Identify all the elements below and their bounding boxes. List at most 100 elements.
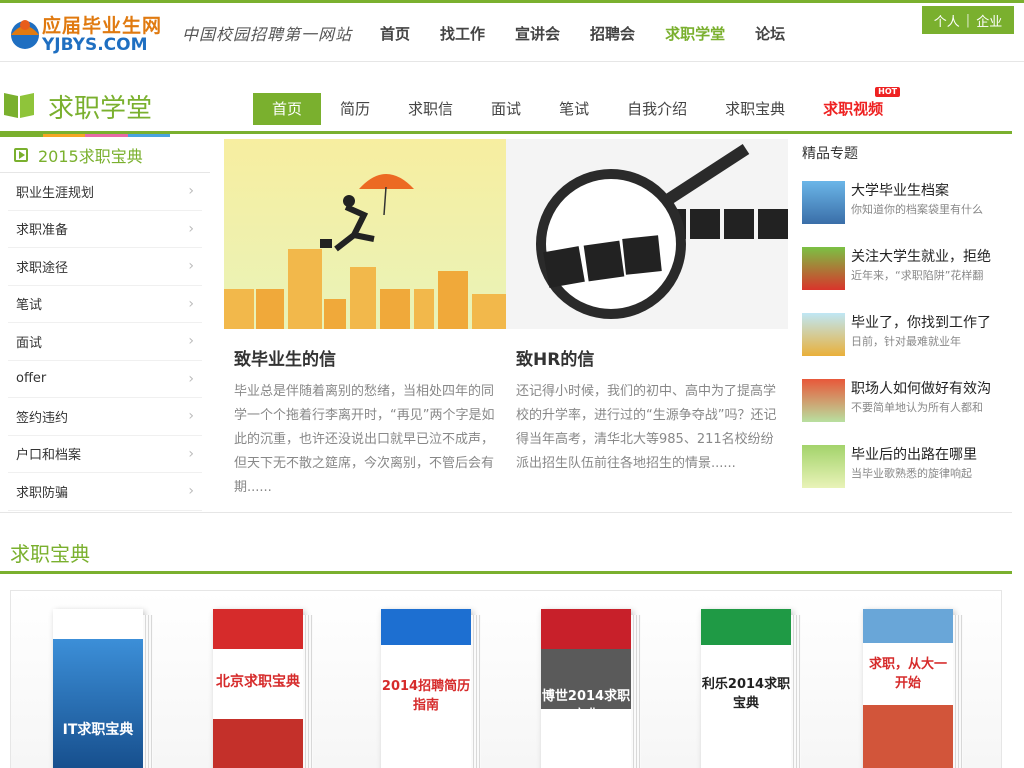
logo-text-cn: 应届毕业生网 bbox=[42, 15, 163, 37]
chevron-right-icon: › bbox=[188, 295, 194, 312]
nav-job-fair[interactable]: 招聘会 bbox=[590, 21, 635, 47]
topic-item[interactable]: 毕业后的出路在哪里 当毕业歌熟悉的旋律响起 bbox=[802, 435, 1012, 501]
book-title: 求职，从大一开始 bbox=[868, 657, 947, 691]
topic-title: 关注大学生就业，拒绝 bbox=[851, 249, 991, 265]
guides-section-header: 求职宝典 bbox=[0, 528, 1012, 574]
main-content: 2015求职宝典 职业生涯规划 › 求职准备 › 求职途径 › 笔试 › 面试 › off… bbox=[0, 137, 1012, 513]
section-subnav: 首页 简历 求职信 面试 笔试 自我介绍 求职宝典 求职视频 HOT bbox=[253, 87, 902, 125]
subnav-resume[interactable]: 简历 bbox=[321, 93, 389, 125]
subnav-home[interactable]: 首页 bbox=[253, 93, 322, 125]
topic-desc: 日前，针对最难就业年 bbox=[851, 335, 961, 348]
feature-image bbox=[506, 139, 788, 329]
topic-title: 毕业后的出路在哪里 bbox=[851, 447, 977, 463]
subnav-written-test[interactable]: 笔试 bbox=[540, 93, 608, 125]
sidebar-item[interactable]: 求职途径 › bbox=[8, 248, 202, 286]
sidebar-item-label: 签约违约 bbox=[16, 410, 69, 426]
logo-text-en: YJBYS.COM bbox=[42, 35, 148, 55]
user-type-separator: | bbox=[965, 12, 971, 28]
topic-title: 职场人如何做好有效沟 bbox=[851, 381, 991, 397]
chevron-right-icon: › bbox=[188, 258, 194, 275]
topic-item[interactable]: 职场人如何做好有效沟 不要简单地认为所有人都和 bbox=[802, 369, 1012, 435]
site-slogan: 中国校园招聘第一网站 bbox=[182, 25, 353, 44]
guide-book[interactable]: IT求职宝典 bbox=[53, 609, 155, 768]
subnav-cover-letter[interactable]: 求职信 bbox=[389, 93, 472, 125]
chevron-right-icon: › bbox=[188, 183, 194, 200]
topic-thumbnail bbox=[802, 247, 845, 290]
subnav-interview[interactable]: 面试 bbox=[472, 93, 540, 125]
feature-excerpt: 还记得小时候，我们的初中、高中为了提高学校的升学率，进行过的“生源争夺战”吗？还… bbox=[516, 384, 777, 471]
feature-article[interactable]: 致毕业生的信 毕业总是伴随着离别的愁绪，当相处四年的同学一个个拖着行李离开时，“… bbox=[224, 139, 506, 511]
subnav-career-guide[interactable]: 求职宝典 bbox=[706, 93, 804, 125]
feature-title: 致HR的信 bbox=[516, 350, 595, 370]
guide-book[interactable]: 博世2014求职宝典 bbox=[541, 609, 643, 768]
guides-section-divider bbox=[0, 571, 1012, 574]
topic-item[interactable]: 毕业了，你找到工作了 日前，针对最难就业年 bbox=[802, 303, 1012, 369]
topic-desc: 不要简单地认为所有人都和 bbox=[851, 401, 983, 414]
guide-book[interactable]: 2014招聘简历指南 bbox=[381, 609, 483, 768]
chevron-right-icon: › bbox=[188, 333, 194, 350]
hot-badge: HOT bbox=[875, 87, 901, 97]
chevron-right-icon: › bbox=[188, 445, 194, 462]
subnav-self-intro[interactable]: 自我介绍 bbox=[608, 93, 706, 125]
topic-title: 大学毕业生档案 bbox=[851, 183, 949, 199]
section-title: 求职学堂 bbox=[48, 94, 153, 124]
feature-article[interactable]: 致HR的信 还记得小时候，我们的初中、高中为了提高学校的升学率，进行过的“生源争… bbox=[506, 139, 788, 511]
subnav-video[interactable]: 求职视频 HOT bbox=[804, 87, 902, 125]
sidebar-item[interactable]: 求职防骗 › bbox=[8, 473, 202, 511]
sidebar-item[interactable]: 户口和档案 › bbox=[8, 436, 202, 473]
feature-image bbox=[224, 139, 506, 329]
sidebar-item-label: 笔试 bbox=[16, 298, 43, 314]
guide-book[interactable]: 北京求职宝典 bbox=[213, 609, 315, 768]
section-header: 求职学堂 首页 简历 求职信 面试 笔试 自我介绍 求职宝典 求职视频 HOT bbox=[0, 82, 1024, 137]
book-cover: 利乐2014求职宝典 bbox=[701, 609, 791, 768]
topic-title: 毕业了，你找到工作了 bbox=[851, 315, 991, 331]
book-cover: IT求职宝典 bbox=[53, 609, 143, 768]
user-type-switch: 个人 | 企业 bbox=[922, 6, 1014, 34]
topic-thumbnail bbox=[802, 181, 845, 224]
topic-thumbnail bbox=[802, 445, 845, 488]
sidebar-item[interactable]: 求职准备 › bbox=[8, 211, 202, 248]
book-icon bbox=[4, 93, 34, 118]
nav-find-job[interactable]: 找工作 bbox=[440, 21, 485, 47]
book-cover: 博世2014求职宝典 bbox=[541, 609, 631, 768]
feature-title: 致毕业生的信 bbox=[234, 350, 336, 370]
subnav-video-label: 求职视频 bbox=[823, 100, 884, 118]
company-link[interactable]: 企业 bbox=[976, 11, 1002, 30]
guide-book[interactable]: 求职，从大一开始 bbox=[863, 609, 965, 768]
chevron-right-icon: › bbox=[188, 483, 194, 500]
sidebar-item[interactable]: 签约违约 › bbox=[8, 398, 202, 436]
main-nav: 首页 找工作 宣讲会 招聘会 求职学堂 论坛 bbox=[380, 21, 815, 47]
book-title: 利乐2014求职宝典 bbox=[701, 677, 791, 711]
nav-career-talk[interactable]: 宣讲会 bbox=[515, 21, 560, 47]
guide-book[interactable]: 利乐2014求职宝典 bbox=[701, 609, 803, 768]
chevron-right-icon: › bbox=[188, 370, 194, 387]
sidebar-item-label: 求职防骗 bbox=[16, 485, 69, 501]
guide-books-shelf: IT求职宝典 北京求职宝典 2014招聘简历指南 博世2014求职宝典 利乐20… bbox=[10, 590, 1002, 768]
sidebar-item[interactable]: 笔试 › bbox=[8, 286, 202, 323]
featured-topics-title: 精品专题 bbox=[802, 146, 858, 162]
topic-item[interactable]: 关注大学生就业，拒绝 近年来，“求职陷阱”花样翻 bbox=[802, 237, 1012, 303]
nav-home[interactable]: 首页 bbox=[380, 21, 410, 47]
book-title: 博世2014求职宝典 bbox=[541, 689, 631, 723]
topic-item[interactable]: 大学毕业生档案你知道你的档案袋里有什么 bbox=[802, 171, 1012, 237]
book-title: 2014招聘简历指南 bbox=[381, 679, 471, 713]
sidebar-item-label: 求职途径 bbox=[16, 260, 69, 276]
sidebar-header: 2015求职宝典 bbox=[0, 137, 210, 173]
topic-desc: 当毕业歌熟悉的旋律响起 bbox=[851, 467, 972, 480]
nav-forum[interactable]: 论坛 bbox=[755, 21, 785, 47]
guides-section-title: 求职宝典 bbox=[10, 542, 90, 566]
sidebar-item[interactable]: offer › bbox=[8, 361, 202, 398]
logo-mark-icon bbox=[11, 20, 39, 49]
topic-desc: 你知道你的档案袋里有什么 bbox=[851, 203, 983, 216]
top-navigation-bar: 应届毕业生网 YJBYS.COM 中国校园招聘第一网站 首页 找工作 宣讲会 招… bbox=[0, 0, 1024, 62]
sidebar-item-label: 求职准备 bbox=[16, 223, 69, 239]
book-cover: 2014招聘简历指南 bbox=[381, 609, 471, 768]
chevron-right-icon: › bbox=[188, 408, 194, 425]
sidebar-item[interactable]: 职业生涯规划 › bbox=[8, 173, 202, 211]
sidebar-item[interactable]: 面试 › bbox=[8, 323, 202, 361]
nav-career-school[interactable]: 求职学堂 bbox=[665, 21, 725, 47]
book-cover: 北京求职宝典 bbox=[213, 609, 303, 768]
sidebar-item-label: offer bbox=[16, 371, 47, 387]
personal-link[interactable]: 个人 bbox=[934, 11, 960, 30]
site-logo[interactable]: 应届毕业生网 YJBYS.COM bbox=[6, 9, 171, 55]
